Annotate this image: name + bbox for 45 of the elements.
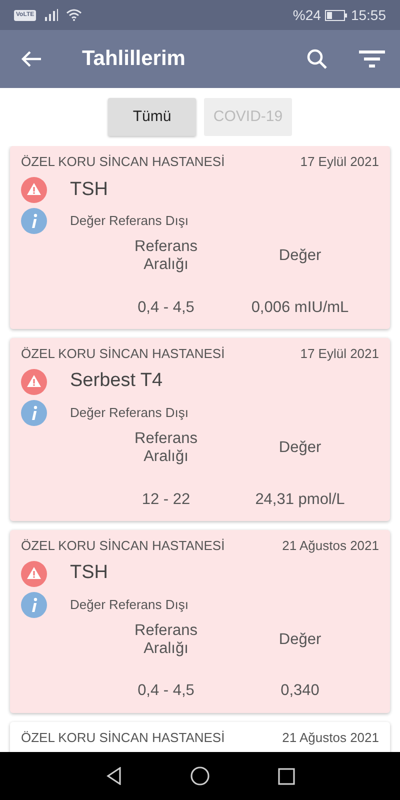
- reference-range: 12 - 22: [140, 490, 192, 510]
- warning-icon: [21, 176, 47, 203]
- filter-icon[interactable]: [358, 49, 386, 69]
- recents-nav-icon[interactable]: [278, 768, 294, 784]
- screen-title: Tahlillerim: [82, 46, 186, 72]
- info-icon: [21, 400, 47, 426]
- wifi-icon: [66, 9, 82, 21]
- info-icon: [21, 592, 47, 618]
- status-note: Değer Referans Dışı: [70, 212, 188, 230]
- home-nav-icon[interactable]: [190, 766, 210, 786]
- column-header: Referans Aralığı: [134, 238, 198, 274]
- result-date: 17 Eylül 2021: [300, 344, 379, 363]
- column-header: Referans Aralığı: [134, 622, 198, 658]
- test-name: Serbest T4: [70, 369, 163, 394]
- hospital-name: ÖZEL KORU SİNCAN HASTANESİ: [21, 344, 225, 363]
- battery-icon: [324, 10, 347, 20]
- status-note: Değer Referans Dışı: [70, 596, 188, 614]
- hospital-name: ÖZEL KORU SİNCAN HASTANESİ: [21, 153, 225, 171]
- result-value: 0,006 mIU/mL: [250, 298, 350, 318]
- warning-icon: [21, 368, 47, 395]
- result-value: 0,340: [280, 681, 320, 702]
- battery-text: %24: [292, 6, 321, 24]
- filter-tab[interactable]: Tümü: [108, 98, 196, 136]
- column-header: Değer: [278, 438, 322, 458]
- result-date: 21 Ağustos 2021: [282, 536, 379, 555]
- test-name: TSH: [70, 178, 108, 202]
- status-note: Değer Referans Dışı: [70, 404, 188, 422]
- test-name: TSH: [70, 561, 108, 586]
- result-value: 24,31 pmol/L: [254, 490, 346, 510]
- back-nav-icon[interactable]: [106, 767, 122, 785]
- signal-icon: [44, 9, 58, 21]
- hospital-name: ÖZEL KORU SİNCAN HASTANESİ: [21, 728, 225, 747]
- result-date: 21 Ağustos 2021: [282, 728, 379, 747]
- result-date: 17 Eylül 2021: [300, 153, 379, 171]
- clock-text: 15:55: [350, 6, 386, 24]
- reference-range: 0,4 - 4,5: [136, 298, 196, 318]
- back-icon[interactable]: [20, 50, 42, 68]
- reference-range: 0,4 - 4,5: [136, 681, 196, 702]
- column-header: Referans Aralığı: [134, 430, 198, 466]
- column-header: Değer: [278, 246, 322, 266]
- hospital-name: ÖZEL KORU SİNCAN HASTANESİ: [21, 536, 225, 555]
- warning-icon: [21, 560, 47, 586]
- column-header: Değer: [278, 630, 322, 650]
- search-icon[interactable]: [306, 48, 328, 70]
- info-icon: [21, 208, 47, 234]
